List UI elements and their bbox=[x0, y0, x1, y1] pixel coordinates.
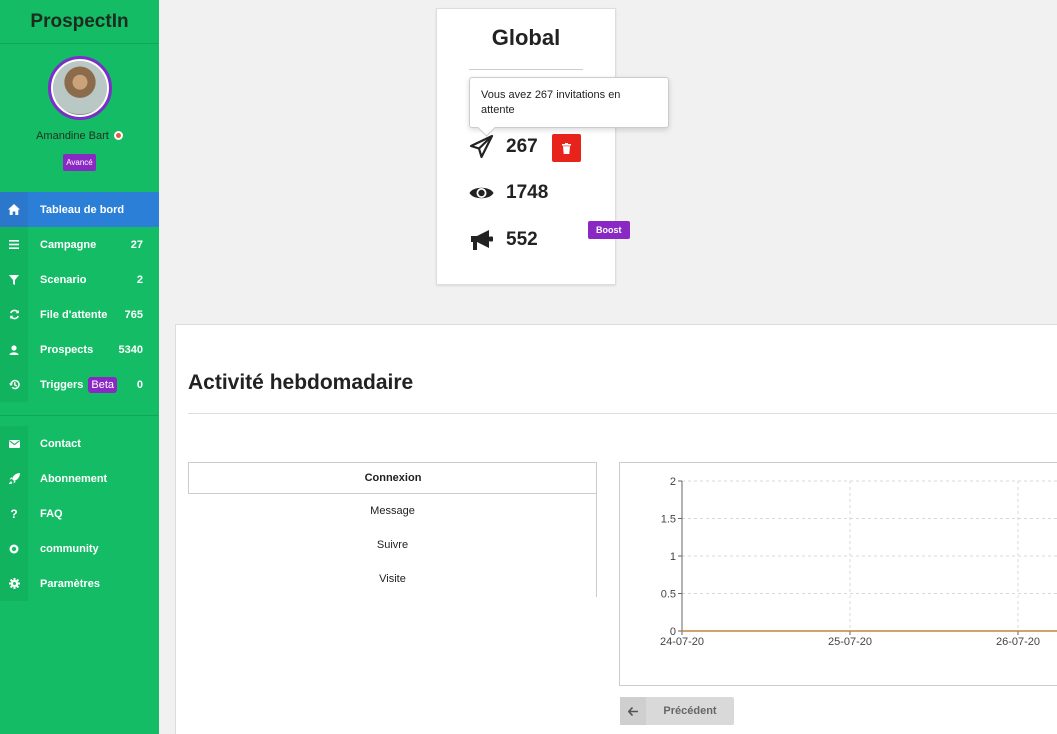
nav-count: 2 bbox=[136, 273, 143, 286]
tab-suivre[interactable]: Suivre bbox=[188, 528, 597, 562]
nav-item-campagne[interactable]: Campagne 27 bbox=[0, 227, 159, 262]
gear-icon bbox=[0, 566, 28, 601]
sidebar: ProspectIn Amandine Bart Avancé Tableau … bbox=[0, 0, 159, 734]
user-profile: Amandine Bart Avancé bbox=[0, 44, 159, 192]
nav-label: community bbox=[40, 542, 99, 555]
nav-label: Abonnement bbox=[40, 472, 108, 485]
nav-count: 27 bbox=[130, 238, 143, 251]
nav-label: Paramètres bbox=[40, 577, 100, 590]
global-stats-card: Global 267 1748 552 Boost bbox=[436, 8, 630, 285]
nav-count: 0 bbox=[136, 378, 143, 391]
paper-plane-icon bbox=[469, 134, 494, 159]
secondary-nav: Contact Abonnement ? FAQ community Param… bbox=[0, 426, 159, 601]
avatar[interactable] bbox=[47, 56, 112, 120]
chart-svg: 00.511.5224-07-20 25-07-20 26-07-20 bbox=[660, 476, 1057, 648]
invitations-stat: 267 bbox=[469, 134, 538, 159]
nav-item-scenario[interactable]: Scenario 2 bbox=[0, 262, 159, 297]
y-tick-label: 2 bbox=[670, 476, 676, 488]
nav-item-parametres[interactable]: Paramètres bbox=[0, 566, 159, 601]
nav-item-triggers[interactable]: Triggers Beta 0 bbox=[0, 367, 159, 402]
nav-label-text: Triggers bbox=[40, 378, 84, 391]
user-name-text: Amandine Bart bbox=[36, 130, 109, 142]
rocket-icon bbox=[0, 461, 28, 496]
views-count: 1748 bbox=[506, 182, 549, 203]
status-icon bbox=[113, 131, 123, 140]
megaphone-icon bbox=[471, 230, 493, 250]
delete-invitations-button[interactable] bbox=[552, 134, 581, 162]
list-icon bbox=[0, 227, 28, 262]
x-tick-label: 26-07-20 bbox=[996, 636, 1040, 648]
nav-item-contact[interactable]: Contact bbox=[0, 426, 159, 461]
history-icon bbox=[0, 367, 28, 402]
user-icon bbox=[0, 332, 28, 367]
y-tick-label: 1 bbox=[670, 551, 676, 563]
nav-item-faq[interactable]: ? FAQ bbox=[0, 496, 159, 531]
tab-visite[interactable]: Visite bbox=[188, 562, 597, 596]
messages-count: 552 bbox=[506, 229, 538, 250]
brand-logo[interactable]: ProspectIn bbox=[0, 0, 159, 44]
level-badge: Avancé bbox=[63, 154, 96, 171]
envelope-icon bbox=[0, 426, 28, 461]
main-nav: Tableau de bord Campagne 27 Scenario 2 F… bbox=[0, 192, 159, 402]
tabs-border bbox=[596, 462, 597, 597]
invitations-count: 267 bbox=[506, 135, 538, 157]
eye-icon bbox=[469, 187, 494, 199]
user-name: Amandine Bart bbox=[0, 130, 159, 142]
views-stat: 1748 bbox=[469, 182, 548, 204]
card-title: Global bbox=[491, 25, 561, 50]
nav-item-community[interactable]: community bbox=[0, 531, 159, 566]
y-tick-label: 1.5 bbox=[661, 514, 676, 526]
invitations-tooltip: Vous avez 267 invitations en attente bbox=[469, 77, 669, 128]
nav-label: Contact bbox=[40, 437, 81, 450]
nav-divider bbox=[0, 415, 159, 416]
activity-tabs: Connexion Message Suivre Visite bbox=[188, 462, 597, 597]
nav-label: FAQ bbox=[40, 507, 63, 520]
beta-badge: Beta bbox=[88, 376, 118, 393]
community-icon bbox=[0, 531, 28, 566]
nav-count: 5340 bbox=[118, 343, 143, 356]
nav-count: 765 bbox=[124, 308, 143, 321]
messages-stat: 552 bbox=[469, 229, 538, 251]
weekly-activity-panel: Activité hebdomadaire Connexion Message … bbox=[175, 324, 1057, 734]
card-divider bbox=[469, 69, 583, 70]
arrow-left-icon bbox=[620, 697, 646, 725]
activity-chart: 0 0.5 1 1.5 2 24-07-20 25-07-20 26-07-20 bbox=[619, 462, 1057, 686]
x-tick-label: 24-07-20 bbox=[660, 636, 704, 648]
nav-item-abonnement[interactable]: Abonnement bbox=[0, 461, 159, 496]
y-tick-label: 0.5 bbox=[661, 589, 676, 601]
boost-button[interactable]: Boost bbox=[588, 221, 630, 239]
tab-connexion[interactable]: Connexion bbox=[188, 462, 597, 494]
nav-label: Tableau de bord bbox=[40, 203, 125, 216]
nav-item-file-attente[interactable]: File d'attente 765 bbox=[0, 297, 159, 332]
section-title: Activité hebdomadaire bbox=[188, 371, 414, 394]
nav-item-dashboard[interactable]: Tableau de bord bbox=[0, 192, 159, 227]
question-icon: ? bbox=[0, 496, 28, 531]
filter-icon bbox=[0, 262, 28, 297]
previous-button[interactable]: Précédent bbox=[620, 697, 734, 725]
x-tick-label: 25-07-20 bbox=[828, 636, 872, 648]
tab-message[interactable]: Message bbox=[188, 494, 597, 528]
trash-icon bbox=[562, 142, 571, 154]
nav-item-prospects[interactable]: Prospects 5340 bbox=[0, 332, 159, 367]
home-icon bbox=[0, 192, 28, 227]
refresh-icon bbox=[0, 297, 28, 332]
section-divider bbox=[188, 413, 1057, 414]
previous-label: Précédent bbox=[663, 705, 717, 717]
